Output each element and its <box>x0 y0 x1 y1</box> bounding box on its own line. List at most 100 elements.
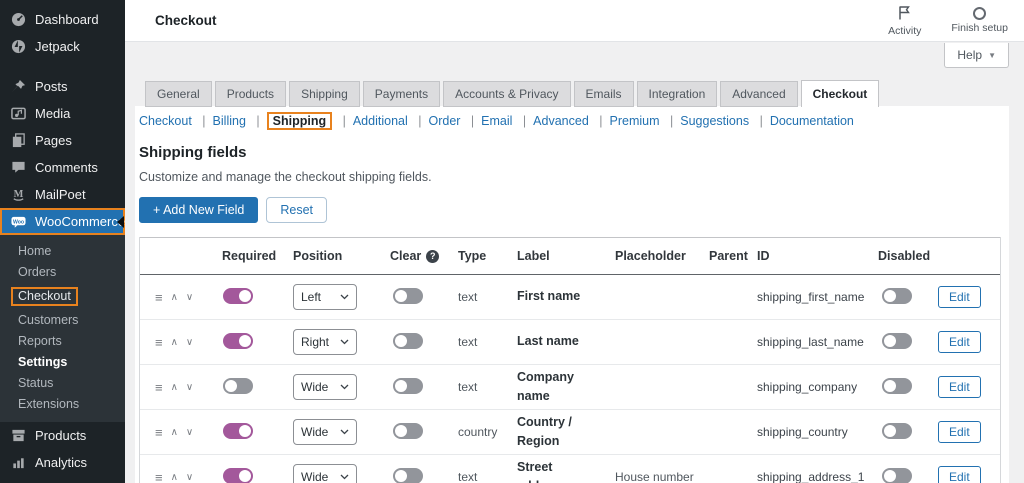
row-controls: ≡ ∧ ∨ <box>140 335 222 350</box>
drag-handle-icon[interactable]: ≡ <box>155 470 163 483</box>
drag-handle-icon[interactable]: ≡ <box>155 425 163 440</box>
move-up-icon[interactable]: ∧ <box>171 337 178 348</box>
required-toggle[interactable] <box>223 287 253 304</box>
position-select[interactable]: Wide <box>293 464 357 483</box>
sidebar-item-media[interactable]: Media <box>0 100 125 127</box>
field-placeholder: House number <box>615 470 694 483</box>
media-icon <box>10 106 26 122</box>
comment-icon <box>10 160 26 176</box>
position-select[interactable]: Right <box>293 329 357 355</box>
edit-button[interactable]: Edit <box>938 421 981 443</box>
disabled-toggle[interactable] <box>882 287 912 304</box>
move-up-icon[interactable]: ∧ <box>171 427 178 438</box>
sidebar-subitem-reports[interactable]: Reports <box>0 331 125 352</box>
drag-handle-icon[interactable]: ≡ <box>155 335 163 350</box>
tab-checkout[interactable]: Checkout <box>800 80 880 107</box>
chevron-down-icon <box>340 339 349 345</box>
move-down-icon[interactable]: ∨ <box>186 292 193 303</box>
sidebar-subitem-status[interactable]: Status <box>0 373 125 394</box>
disabled-toggle[interactable] <box>882 377 912 394</box>
sidebar-item-comments[interactable]: Comments <box>0 154 125 181</box>
sidebar-item-posts[interactable]: Posts <box>0 73 125 100</box>
subnav-link-documentation[interactable]: Documentation <box>770 114 854 128</box>
admin-sidebar: Dashboard Jetpack Posts Media Pages Comm… <box>0 0 125 483</box>
move-up-icon[interactable]: ∧ <box>171 292 178 303</box>
field-label: Company name <box>517 369 574 403</box>
products-icon <box>10 428 26 444</box>
clear-toggle[interactable] <box>393 287 423 304</box>
clear-toggle[interactable] <box>393 377 423 394</box>
disabled-toggle[interactable] <box>882 422 912 439</box>
subnav-link-additional[interactable]: Additional <box>353 114 408 128</box>
subnav-link-suggestions[interactable]: Suggestions <box>680 114 749 128</box>
required-toggle[interactable] <box>223 332 253 349</box>
sidebar-item-products[interactable]: Products <box>0 422 125 449</box>
move-up-icon[interactable]: ∧ <box>171 382 178 393</box>
sidebar-item-analytics[interactable]: Analytics <box>0 449 125 476</box>
activity-button[interactable]: Activity <box>888 5 921 37</box>
finish-setup-button[interactable]: Finish setup <box>951 7 1008 34</box>
subnav-item-shipping: Shipping <box>249 112 333 130</box>
move-down-icon[interactable]: ∨ <box>186 382 193 393</box>
move-down-icon[interactable]: ∨ <box>186 427 193 438</box>
move-up-icon[interactable]: ∧ <box>171 472 178 483</box>
subnav-link-billing[interactable]: Billing <box>213 114 246 128</box>
tab-shipping[interactable]: Shipping <box>289 81 360 107</box>
sidebar-item-jetpack[interactable]: Jetpack <box>0 33 125 60</box>
sidebar-item-mailpoet[interactable]: M MailPoet <box>0 181 125 208</box>
sidebar-item-pages[interactable]: Pages <box>0 127 125 154</box>
subnav-link-premium[interactable]: Premium <box>610 114 660 128</box>
sidebar-subitem-settings[interactable]: Settings <box>0 352 125 373</box>
edit-button[interactable]: Edit <box>938 376 981 398</box>
sidebar-subitem-orders[interactable]: Orders <box>0 262 125 283</box>
add-new-field-button[interactable]: + Add New Field <box>139 197 259 223</box>
subnav-link-checkout[interactable]: Checkout <box>139 114 192 128</box>
edit-button[interactable]: Edit <box>938 286 981 308</box>
subnav-link-shipping[interactable]: Shipping <box>266 112 333 130</box>
position-select[interactable]: Left <box>293 284 357 310</box>
tab-payments[interactable]: Payments <box>362 81 441 107</box>
move-down-icon[interactable]: ∨ <box>186 337 193 348</box>
tab-accounts-privacy[interactable]: Accounts & Privacy <box>443 81 571 107</box>
disabled-toggle[interactable] <box>882 332 912 349</box>
drag-handle-icon[interactable]: ≡ <box>155 380 163 395</box>
field-type: text <box>458 380 478 394</box>
sidebar-item-dashboard[interactable]: Dashboard <box>0 6 125 33</box>
sidebar-subitem-extensions[interactable]: Extensions <box>0 394 125 415</box>
sidebar-item-label: Pages <box>35 133 72 148</box>
position-select[interactable]: Wide <box>293 374 357 400</box>
subnav-link-email[interactable]: Email <box>481 114 512 128</box>
position-select[interactable]: Wide <box>293 419 357 445</box>
woocommerce-checkout-settings-page: Dashboard Jetpack Posts Media Pages Comm… <box>0 0 1024 483</box>
sidebar-item-label: Analytics <box>35 455 88 470</box>
edit-button[interactable]: Edit <box>938 466 981 483</box>
required-toggle[interactable] <box>223 422 253 439</box>
help-tooltip-icon[interactable] <box>426 249 440 263</box>
clear-toggle[interactable] <box>393 467 423 483</box>
sidebar-item-woocommerce[interactable]: Woo WooCommerce <box>0 208 125 235</box>
flag-icon <box>897 5 912 23</box>
reset-button[interactable]: Reset <box>266 197 328 223</box>
subnav-item-documentation: Documentation <box>753 114 854 128</box>
tab-integration[interactable]: Integration <box>636 81 718 107</box>
required-toggle[interactable] <box>223 377 253 394</box>
sidebar-subitem-home[interactable]: Home <box>0 241 125 262</box>
tab-advanced[interactable]: Advanced <box>720 81 798 107</box>
sidebar-item-marketing[interactable]: Marketing <box>0 476 125 483</box>
help-button[interactable]: Help ▼ <box>944 43 1009 68</box>
sidebar-subitem-customers[interactable]: Customers <box>0 310 125 331</box>
sidebar-subitem-checkout[interactable]: Checkout <box>0 283 125 310</box>
tab-general[interactable]: General <box>145 81 212 107</box>
edit-button[interactable]: Edit <box>938 331 981 353</box>
subnav-link-advanced[interactable]: Advanced <box>533 114 589 128</box>
required-toggle[interactable] <box>223 467 253 483</box>
drag-handle-icon[interactable]: ≡ <box>155 290 163 305</box>
field-type: text <box>458 290 478 304</box>
tab-products[interactable]: Products <box>214 81 287 107</box>
tab-emails[interactable]: Emails <box>573 81 634 107</box>
move-down-icon[interactable]: ∨ <box>186 472 193 483</box>
clear-toggle[interactable] <box>393 332 423 349</box>
clear-toggle[interactable] <box>393 422 423 439</box>
subnav-link-order[interactable]: Order <box>428 114 460 128</box>
disabled-toggle[interactable] <box>882 467 912 483</box>
